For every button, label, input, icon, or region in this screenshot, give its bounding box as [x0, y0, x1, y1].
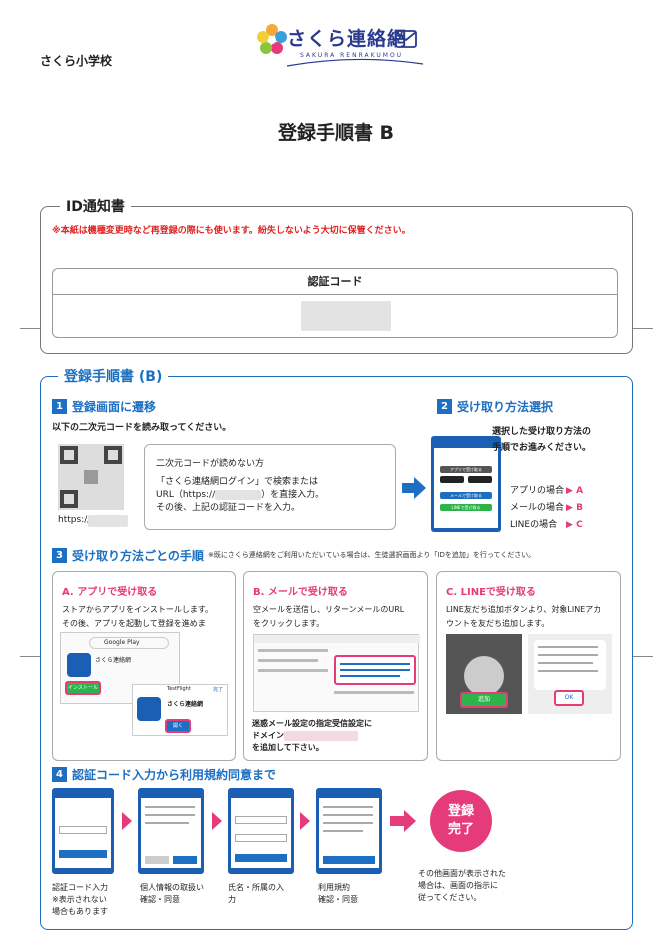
qr-code-icon — [60, 446, 122, 508]
mail-note1: 迷惑メール設定の指定受信設定に — [252, 719, 372, 728]
line-chat-mock: OK — [528, 634, 612, 714]
qr-url: https:// — [58, 515, 91, 525]
step4-title: 認証コード入力から利用規約同意まで — [72, 768, 277, 782]
step1-number: 1 — [52, 399, 67, 414]
app-icon-2 — [137, 697, 161, 721]
phone-screen-terms — [316, 788, 382, 874]
step2-number: 2 — [437, 399, 452, 414]
id-notice-title: ID通知書 — [60, 196, 131, 216]
option-mail: メールの場合 — [510, 503, 565, 513]
school-name: さくら小学校 — [40, 54, 113, 68]
option-line: LINEの場合 — [510, 520, 558, 530]
install-button: インストール — [65, 681, 101, 695]
phone-line-button: LINEで受け取る — [440, 504, 492, 511]
mark-b: ▶ B — [566, 503, 583, 513]
testflight-mock: TestFlight 完了 さくら連絡網 開く — [132, 684, 228, 736]
step4-number: 4 — [52, 767, 67, 782]
redacted-url — [88, 515, 128, 527]
sakura-flower-icon — [257, 24, 287, 54]
arrow-right-icon-4 — [390, 810, 416, 832]
phone-screen-privacy — [138, 788, 204, 874]
card-line-title: C. LINEで受け取る — [446, 587, 536, 598]
google-play-badge — [440, 476, 464, 483]
app-store-badge — [468, 476, 492, 483]
id-notice-warning: ※本紙は機種変更時など再登録の際にも使います。紛失しないよう大切に保管ください。 — [52, 226, 411, 236]
step4-caption-2: 個人情報の取扱い 確認・同意 — [140, 883, 204, 904]
card-line-line2: ウントを友だち追加します。 — [446, 619, 550, 628]
qr-code — [58, 444, 124, 510]
phone-screen-name — [228, 788, 294, 874]
card-mail-line2: をクリックします。 — [253, 619, 325, 628]
step2-heading: 2 受け取り方法選択 — [437, 398, 553, 415]
logo-subtitle: SAKURA RENRAKUMOU — [300, 52, 404, 59]
procedure-title: 登録手順書 (B) — [58, 366, 169, 386]
fallback-line3: URL（https://）を直接入力。 — [156, 489, 325, 500]
auth-code-value — [52, 294, 618, 338]
phone-mail-button: メールで受け取る — [440, 492, 492, 499]
step3-title: 受け取り方法ごとの手順 — [72, 549, 204, 563]
page-title: 登録手順書 B — [277, 122, 395, 144]
card-line-line1: LINE友だち追加ボタンより、対象LINEアカ — [446, 605, 602, 614]
arrow-right-icon-2 — [212, 812, 222, 830]
step4-caption-3: 氏名・所属の入 力 — [228, 883, 284, 904]
step3-number: 3 — [52, 548, 67, 563]
step2-phone-mock: アプリで受け取る メールで受け取る LINEで受け取る — [431, 436, 501, 532]
logo-text: さくら連絡網 — [287, 28, 408, 50]
card-mail-title: B. メールで受け取る — [253, 587, 348, 598]
open-button: 開く — [165, 719, 191, 733]
step2-text2: 手順でお進みください。 — [492, 443, 592, 453]
option-app: アプリの場合 — [510, 486, 565, 496]
redacted-code — [301, 301, 391, 331]
fallback-line4: その後、上記の認証コードを入力。 — [156, 503, 301, 513]
phone-app-button: アプリで受け取る — [440, 466, 492, 473]
fallback-line2: 「さくら連絡網ログイン」で検索または — [156, 477, 319, 487]
step3-heading: 3 受け取り方法ごとの手順 — [52, 547, 204, 564]
card-mail-line1: 空メールを送信し、リターンメールのURL — [253, 605, 405, 614]
arrow-right-icon-1 — [122, 812, 132, 830]
step1-heading: 1 登録画面に遷移 — [52, 398, 156, 415]
testflight-label: TestFlight — [167, 686, 191, 692]
mark-c: ▶ C — [566, 520, 583, 530]
step3-note: ※既にさくら連絡網をご利用いただいている場合は、生徒選択画面より「IDを追加」を… — [208, 551, 536, 559]
step4-heading: 4 認証コード入力から利用規約同意まで — [52, 766, 276, 783]
app-icon — [67, 653, 91, 677]
return-mail-link — [334, 655, 416, 685]
auth-code-header: 認証コード — [52, 268, 618, 294]
fallback-line1: 二次元コードが読めない方 — [156, 459, 265, 469]
line-ok-button: OK — [554, 690, 584, 706]
line-add-button: 追加 — [460, 692, 508, 708]
mark-a: ▶ A — [566, 486, 584, 496]
cut-line-left — [20, 328, 40, 329]
card-app-line1: ストアからアプリをインストールします。 — [62, 605, 214, 614]
arrow-right-icon-3 — [300, 812, 310, 830]
card-app-line2: その後、アプリを起動して登録を進めま — [62, 619, 206, 628]
mail-note2: ドメイン — [252, 730, 358, 742]
step1-instruction: 以下の二次元コードを読み取ってください。 — [52, 423, 232, 433]
mail-note3: を追加して下さい。 — [252, 743, 324, 752]
registration-complete-badge: 登録 完了 — [430, 790, 492, 852]
card-app-title: A. アプリで受け取る — [62, 587, 158, 598]
step4-other-note: その他画面が表示された 場合は、画面の指示に 従ってください。 — [418, 869, 506, 902]
step1-title: 登録画面に遷移 — [72, 400, 157, 414]
step4-caption-1: 認証コード入力 ※表示されない 場合もあります — [52, 883, 108, 916]
google-play-label: Google Play — [89, 637, 169, 649]
step4-caption-4: 利用規約 確認・同意 — [318, 883, 358, 904]
cut-line-right — [633, 328, 653, 329]
app-name-2: さくら連絡網 — [167, 701, 204, 708]
phone-screen-auth — [52, 788, 114, 874]
step2-text1: 選択した受け取り方法の — [492, 427, 592, 437]
cut-line-right-2 — [633, 656, 653, 657]
step2-title: 受け取り方法選択 — [457, 400, 554, 414]
done-label: 完了 — [213, 687, 224, 693]
app-name: さくら連絡網 — [95, 657, 132, 664]
cut-line-left-2 — [20, 656, 40, 657]
mail-screen-mock — [253, 634, 420, 712]
logo-swoosh — [286, 58, 424, 67]
arrow-right-icon — [402, 477, 426, 499]
line-add-mock: 追加 — [446, 634, 522, 714]
